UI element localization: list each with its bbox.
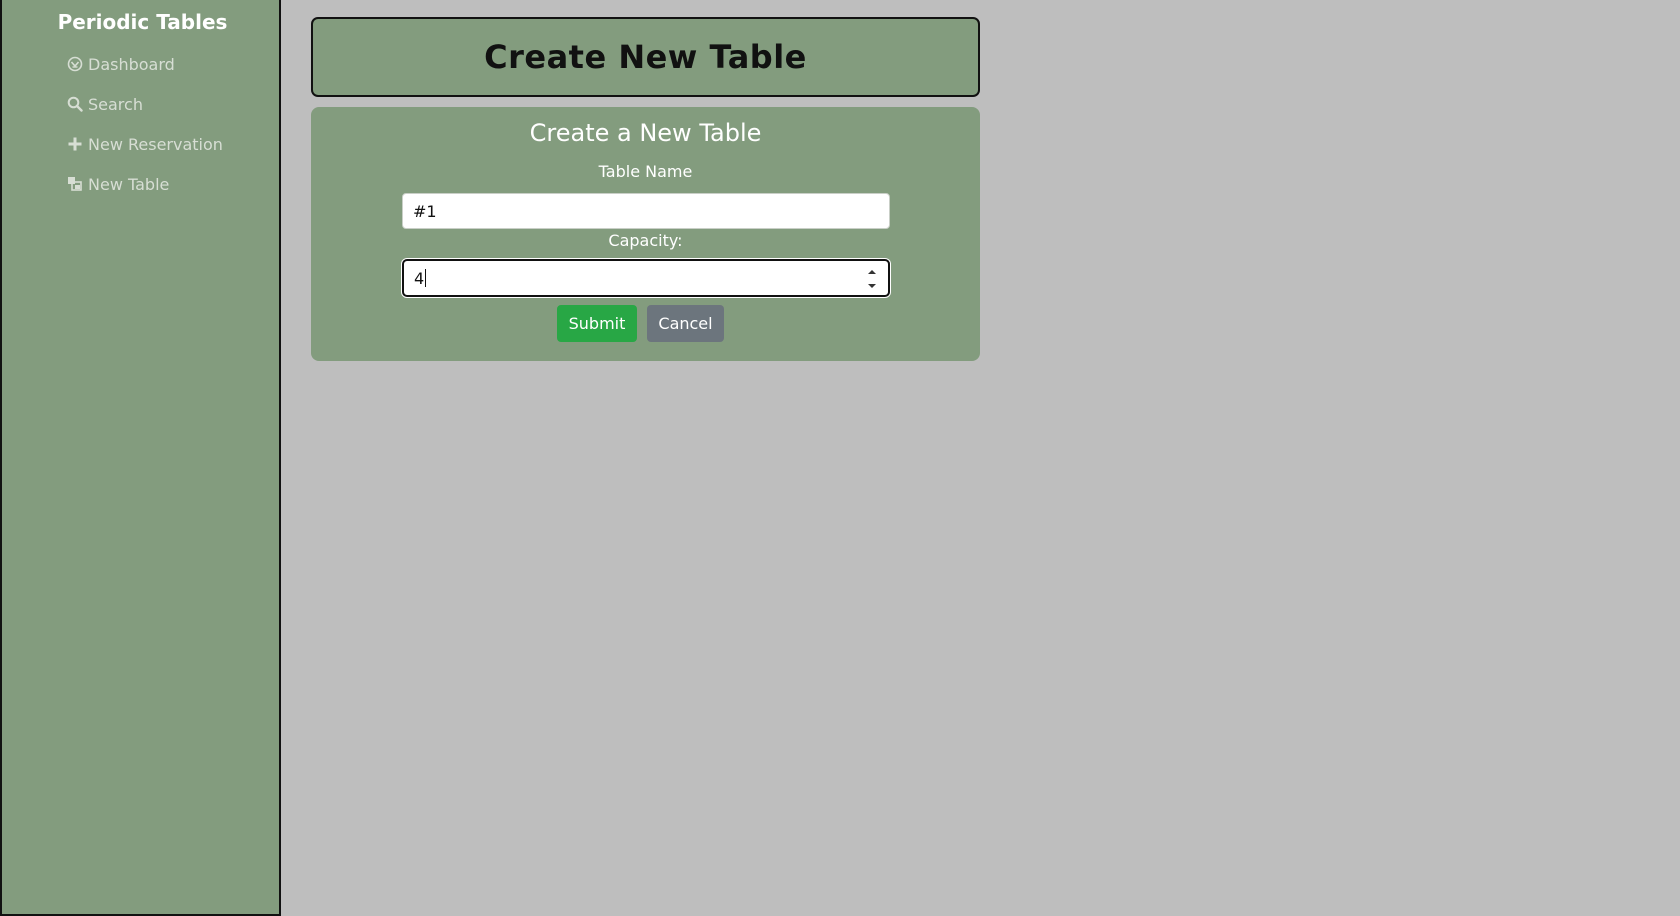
table-name-input[interactable] (402, 193, 890, 229)
page-header: Create New Table (311, 17, 980, 97)
sidebar-item-new-reservation[interactable]: New Reservation (66, 132, 223, 156)
plus-icon (66, 135, 84, 153)
table-icon (66, 175, 84, 193)
sidebar-item-label: Dashboard (88, 54, 175, 74)
page-title: Create New Table (484, 38, 807, 76)
sidebar-item-dashboard[interactable]: Dashboard (66, 52, 175, 76)
sidebar-item-new-table[interactable]: New Table (66, 172, 169, 196)
sidebar: Periodic Tables Dashboard Search New Res… (0, 0, 281, 916)
dashboard-icon (66, 55, 84, 73)
chevron-down-icon[interactable] (867, 283, 877, 289)
capacity-input[interactable]: 4 (402, 259, 890, 297)
form-heading: Create a New Table (529, 119, 762, 147)
capacity-label: Capacity: (608, 231, 683, 250)
brand-title[interactable]: Periodic Tables (2, 8, 283, 36)
submit-button[interactable]: Submit (557, 305, 637, 342)
capacity-value: 4 (414, 268, 425, 288)
sidebar-item-label: Search (88, 94, 143, 114)
cancel-button[interactable]: Cancel (647, 305, 724, 342)
capacity-stepper[interactable] (866, 269, 878, 289)
chevron-up-icon[interactable] (867, 269, 877, 275)
sidebar-item-label: New Table (88, 174, 170, 194)
text-caret (425, 269, 427, 287)
sidebar-item-search[interactable]: Search (66, 92, 143, 116)
search-icon (66, 95, 84, 113)
sidebar-item-label: New Reservation (88, 134, 223, 154)
table-name-label: Table Name (598, 162, 693, 181)
new-table-form: Create a New Table Table Name Capacity: … (311, 107, 980, 361)
